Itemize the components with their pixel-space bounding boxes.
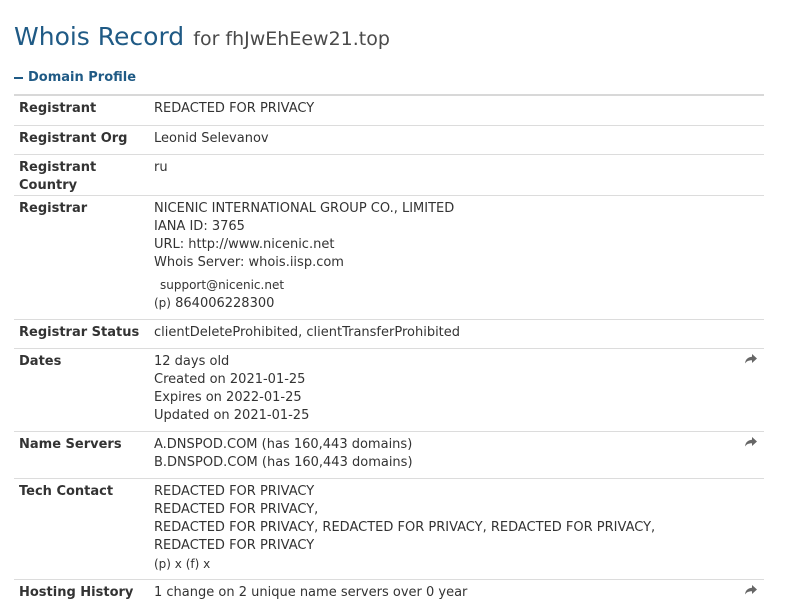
name-server-2: B.DNSPOD.COM (has 160,443 domains) — [154, 454, 413, 470]
row-registrant-country: Registrant Country ru — [14, 154, 764, 195]
dates-label: Dates — [19, 353, 62, 369]
domain-profile-table: Registrant REDACTED FOR PRIVACY Registra… — [14, 96, 764, 608]
row-dates: Dates 12 days old Created on 2021-01-25 … — [14, 348, 764, 431]
registrant-org-label: Registrant Org — [19, 130, 128, 146]
page-title-domain: for fhJwEhEew21.top — [193, 28, 390, 50]
tech-contact-phone-fax: (p) x (f) x — [154, 556, 211, 571]
registrant-country-label: Registrant Country — [19, 159, 97, 193]
share-arrow-icon[interactable] — [744, 436, 758, 448]
registrar-whois-server: Whois Server: whois.iisp.com — [154, 254, 344, 270]
row-registrar-status: Registrar Status clientDeleteProhibited,… — [14, 319, 764, 348]
dates-updated: Updated on 2021-01-25 — [154, 407, 310, 423]
domain-profile-label: Domain Profile — [28, 70, 137, 85]
registrar-phone-line: (p) 864006228300 — [154, 294, 730, 313]
whois-page: Whois Record for fhJwEhEew21.top Domain … — [0, 0, 787, 608]
name-server-1: A.DNSPOD.COM (has 160,443 domains) — [154, 436, 413, 452]
registrar-email: support@nicenic.net — [160, 277, 285, 292]
registrant-label: Registrant — [19, 101, 97, 116]
row-registrar: Registrar NICENIC INTERNATIONAL GROUP CO… — [14, 195, 764, 319]
tech-contact-value: REDACTED FOR PRIVACY REDACTED FOR PRIVAC… — [154, 478, 730, 579]
name-servers-value: A.DNSPOD.COM (has 160,443 domains) B.DNS… — [154, 431, 730, 478]
dates-created: Created on 2021-01-25 — [154, 371, 306, 387]
row-hosting-history: Hosting History 1 change on 2 unique nam… — [14, 579, 764, 608]
page-title-main: Whois Record — [14, 22, 185, 51]
registrar-phone-prefix: (p) — [154, 295, 171, 310]
registrant-value: REDACTED FOR PRIVACY — [154, 101, 315, 116]
row-registrant-org: Registrant Org Leonid Selevanov — [14, 125, 764, 154]
registrar-url: URL: http://www.nicenic.net — [154, 236, 335, 252]
tech-contact-label: Tech Contact — [19, 483, 114, 499]
dates-age: 12 days old — [154, 353, 230, 369]
hosting-history-label: Hosting History — [19, 584, 134, 600]
registrar-status-value: clientDeleteProhibited, clientTransferPr… — [154, 324, 461, 340]
row-registrant: Registrant REDACTED FOR PRIVACY — [14, 96, 764, 125]
registrar-label: Registrar — [19, 200, 88, 216]
tech-contact-line3: REDACTED FOR PRIVACY, REDACTED FOR PRIVA… — [154, 519, 656, 553]
share-arrow-icon[interactable] — [744, 353, 758, 365]
domain-profile-toggle[interactable]: Domain Profile — [14, 70, 136, 85]
registrar-name: NICENIC INTERNATIONAL GROUP CO., LIMITED — [154, 200, 455, 216]
row-tech-contact: Tech Contact REDACTED FOR PRIVACY REDACT… — [14, 478, 764, 579]
registrar-status-label: Registrar Status — [19, 324, 140, 340]
hosting-history-value: 1 change on 2 unique name servers over 0… — [154, 584, 468, 600]
registrant-country-value: ru — [154, 159, 168, 175]
tech-contact-line1: REDACTED FOR PRIVACY — [154, 483, 315, 499]
minus-icon — [14, 76, 23, 79]
page-title: Whois Record for fhJwEhEew21.top — [14, 22, 390, 51]
registrar-value: NICENIC INTERNATIONAL GROUP CO., LIMITED… — [154, 195, 730, 319]
name-servers-label: Name Servers — [19, 436, 122, 452]
registrant-org-value: Leonid Selevanov — [154, 130, 269, 146]
share-arrow-icon[interactable] — [744, 584, 758, 596]
dates-expires: Expires on 2022-01-25 — [154, 389, 302, 405]
tech-contact-line2: REDACTED FOR PRIVACY, — [154, 501, 319, 517]
dates-value: 12 days old Created on 2021-01-25 Expire… — [154, 348, 730, 431]
registrar-iana: IANA ID: 3765 — [154, 218, 245, 234]
registrar-phone: 864006228300 — [175, 295, 275, 311]
row-name-servers: Name Servers A.DNSPOD.COM (has 160,443 d… — [14, 431, 764, 478]
